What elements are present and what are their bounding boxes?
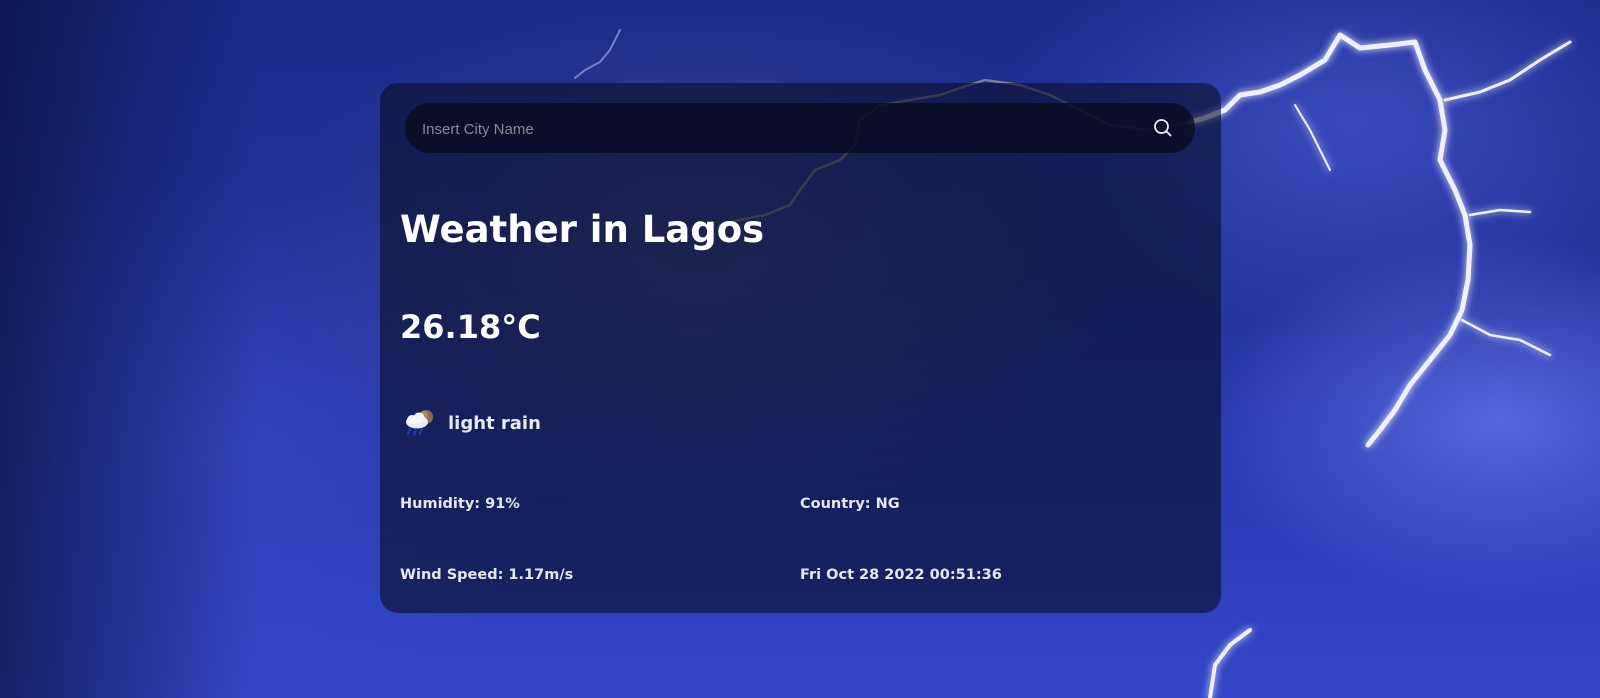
condition-description: light rain xyxy=(448,412,541,434)
humidity-stat: Humidity: 91% xyxy=(400,496,520,512)
wind-speed-stat: Wind Speed: 1.17m/s xyxy=(400,567,574,583)
country-stat: Country: NG xyxy=(800,496,900,512)
search-button[interactable] xyxy=(1150,115,1176,141)
temperature-value: 26.18°C xyxy=(400,308,541,346)
condition-row: light rain xyxy=(402,405,541,441)
search-bar xyxy=(405,103,1195,155)
rain-cloud-icon xyxy=(406,410,433,436)
weather-card: Weather in Lagos 26.18°C light rain Humi… xyxy=(380,83,1221,613)
city-search-input[interactable] xyxy=(420,103,1124,155)
search-icon xyxy=(1154,119,1172,137)
city-weather-title: Weather in Lagos xyxy=(400,208,765,251)
date-time-stat: Fri Oct 28 2022 00:51:36 xyxy=(800,567,1002,583)
